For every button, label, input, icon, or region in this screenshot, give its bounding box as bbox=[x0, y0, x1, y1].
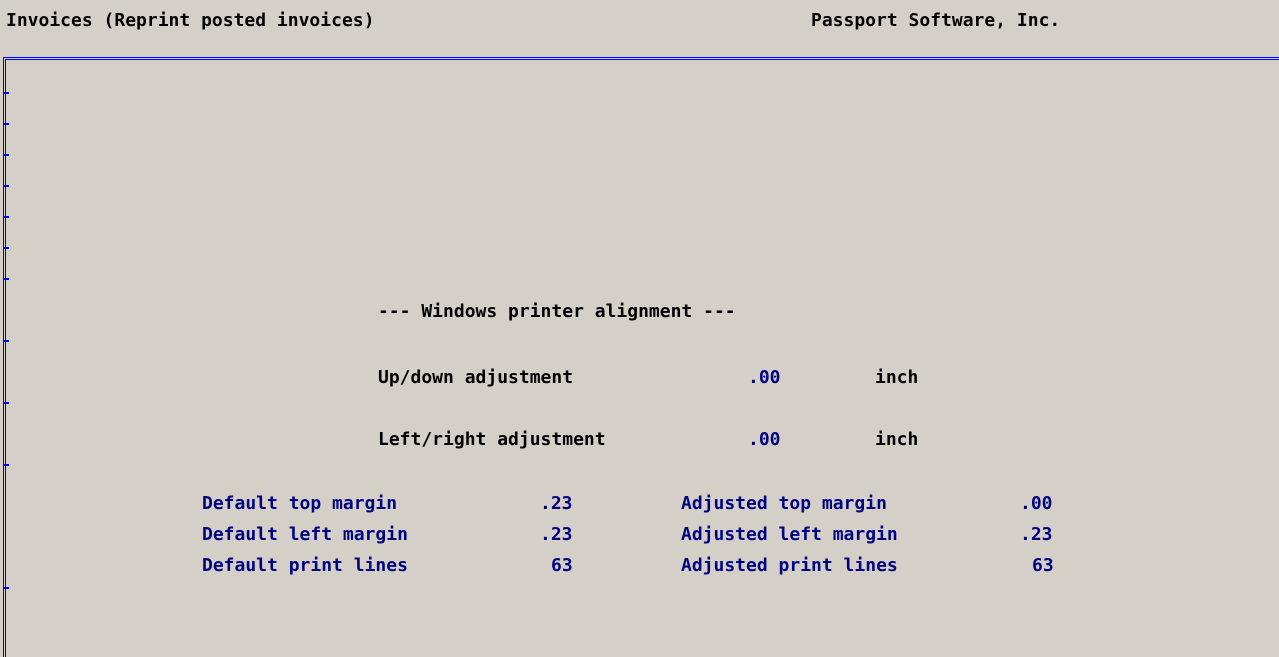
default-print-lines-label: Default print lines bbox=[202, 555, 408, 576]
frame-divider bbox=[3, 278, 9, 280]
default-top-margin-value: .23 bbox=[540, 493, 573, 514]
leftright-adjustment-label: Left/right adjustment bbox=[378, 429, 606, 450]
vendor-name: Passport Software, Inc. bbox=[811, 10, 1061, 31]
frame-divider bbox=[3, 92, 9, 94]
default-top-margin-label: Default top margin bbox=[202, 493, 398, 514]
default-print-lines-value: 63 bbox=[551, 555, 573, 576]
window-title: Invoices (Reprint posted invoices) bbox=[6, 10, 375, 31]
frame-divider bbox=[3, 154, 9, 156]
frame-divider bbox=[3, 185, 9, 187]
adjusted-left-margin-value: .23 bbox=[1020, 524, 1053, 545]
leftright-adjustment-field[interactable]: .00 bbox=[748, 429, 781, 451]
adjusted-top-margin-value: .00 bbox=[1020, 493, 1053, 514]
updown-unit: inch bbox=[875, 367, 919, 388]
frame-divider bbox=[3, 587, 9, 589]
adjusted-top-margin-label: Adjusted top margin bbox=[681, 493, 887, 514]
frame-divider bbox=[3, 247, 9, 249]
frame-divider bbox=[3, 123, 9, 125]
frame-divider bbox=[3, 216, 9, 218]
default-left-margin-value: .23 bbox=[540, 524, 573, 545]
adjusted-left-margin-label: Adjusted left margin bbox=[681, 524, 898, 545]
alignment-heading: --- Windows printer alignment --- bbox=[378, 301, 736, 322]
adjusted-print-lines-label: Adjusted print lines bbox=[681, 555, 898, 576]
updown-adjustment-field[interactable]: .00 bbox=[748, 367, 781, 389]
default-left-margin-label: Default left margin bbox=[202, 524, 408, 545]
screen-frame bbox=[3, 57, 1279, 657]
updown-adjustment-label: Up/down adjustment bbox=[378, 367, 574, 388]
leftright-unit: inch bbox=[875, 429, 919, 450]
frame-divider bbox=[3, 340, 9, 342]
adjusted-print-lines-value: 63 bbox=[1032, 555, 1054, 576]
frame-divider bbox=[3, 402, 9, 404]
frame-divider bbox=[3, 464, 9, 466]
